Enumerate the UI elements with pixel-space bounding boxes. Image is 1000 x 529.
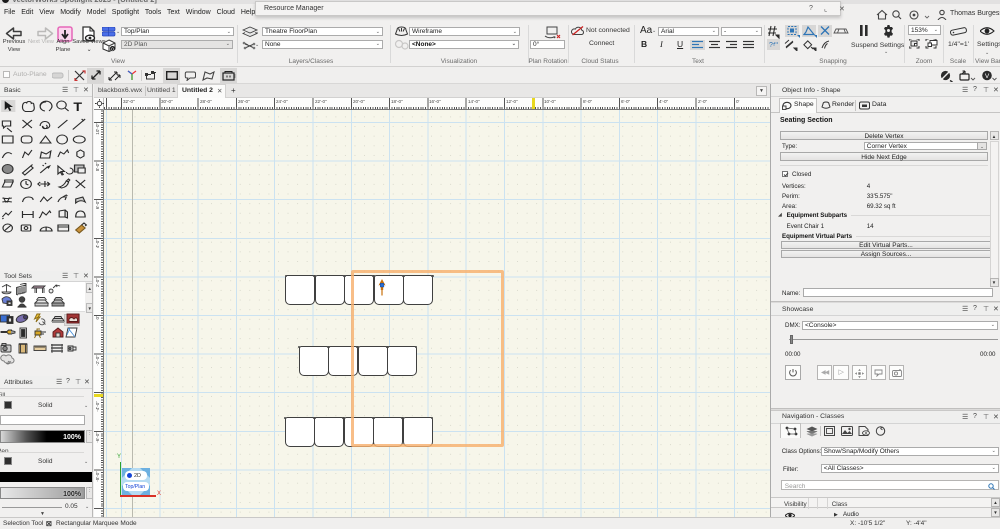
svg-text:T: T bbox=[73, 100, 82, 114]
svg-text:?: ? bbox=[769, 42, 773, 49]
svg-text:V: V bbox=[985, 73, 990, 80]
